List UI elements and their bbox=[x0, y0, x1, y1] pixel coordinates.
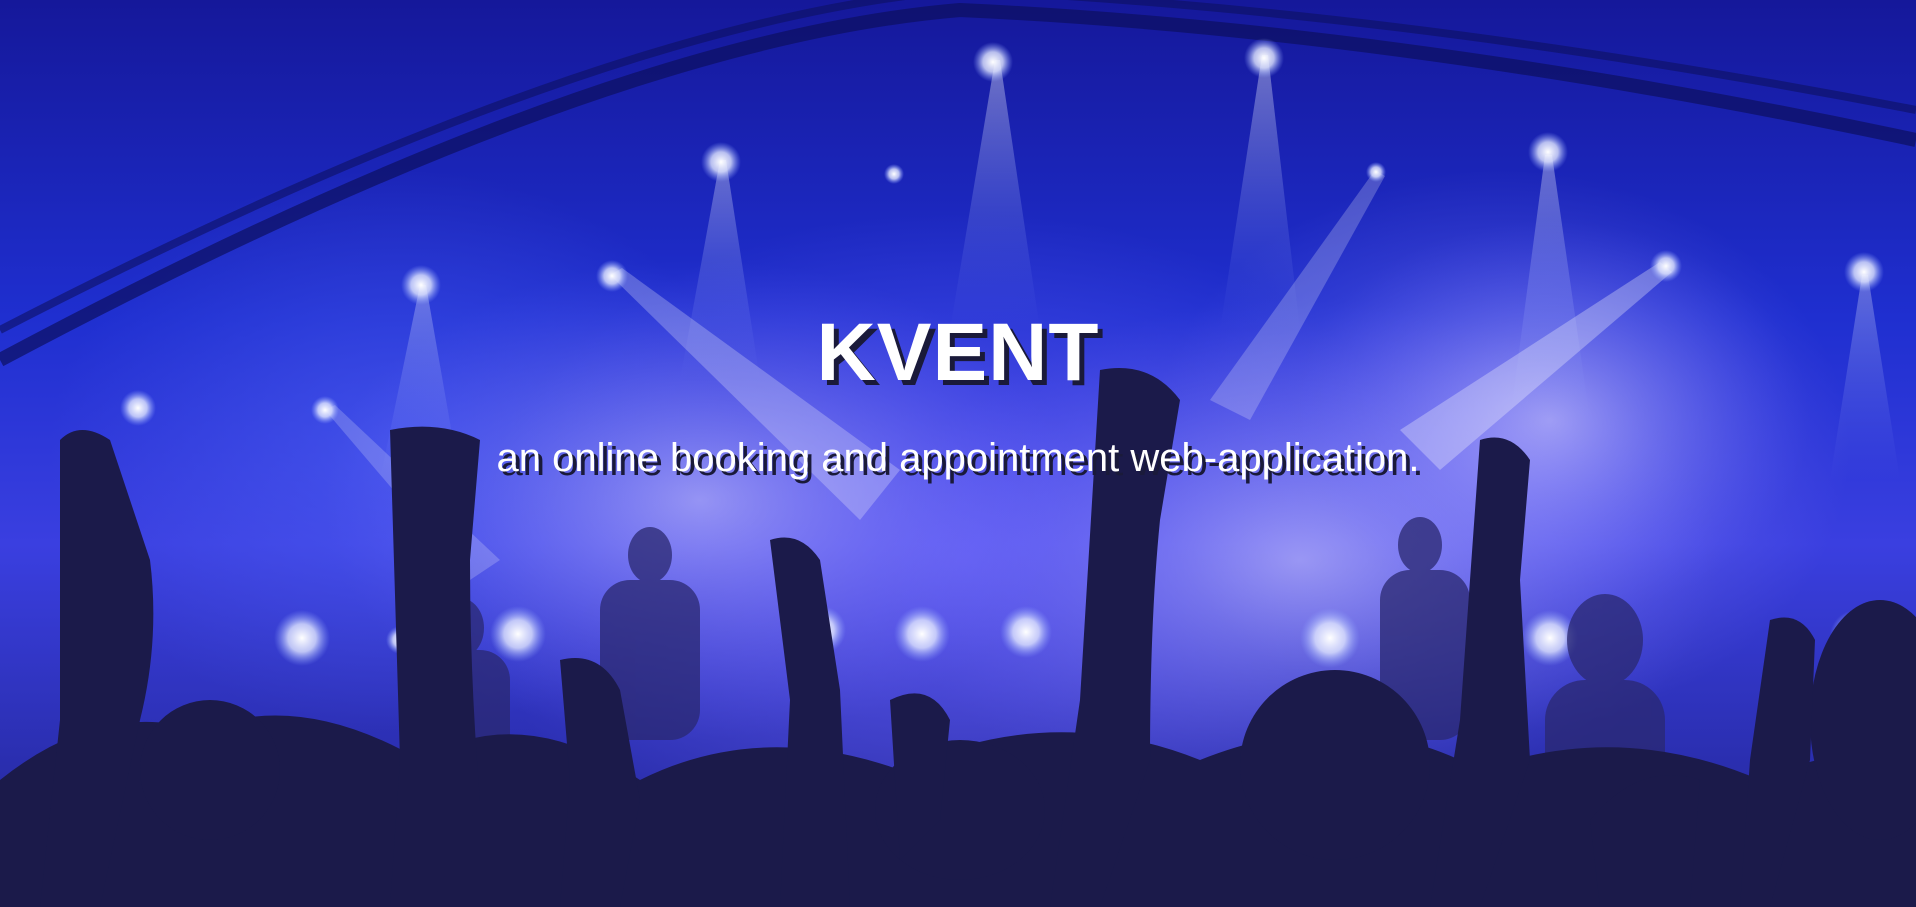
hero-banner: KVENT an online booking and appointment … bbox=[0, 0, 1916, 907]
app-title: KVENT bbox=[816, 307, 1100, 398]
app-tagline: an online booking and appointment web-ap… bbox=[496, 436, 1420, 480]
